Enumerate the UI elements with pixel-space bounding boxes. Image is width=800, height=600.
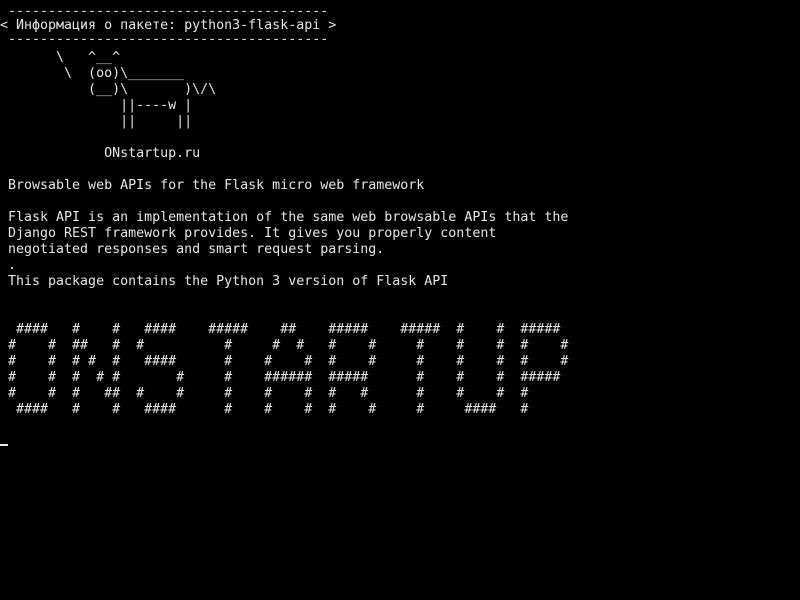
cow-art-line: \ ^__^ <box>0 50 121 65</box>
cow-art-line: || || <box>0 114 193 129</box>
banner-art-line: # # # ## # # # # # # # # # # # <box>0 386 529 401</box>
cow-art-line: ||----w | <box>0 98 193 113</box>
package-description-line: . <box>0 258 17 273</box>
package-description-line: Flask API is an implementation of the sa… <box>0 210 569 225</box>
message-border-bottom: ---------------------------------------- <box>0 32 329 47</box>
text-cursor <box>0 444 8 446</box>
banner-art-line: # # ## # # # # # # # # # # # # <box>0 338 569 353</box>
cow-art-line: \ (oo)\_______ <box>0 66 185 81</box>
banner-art-line: # # # # # # # ###### ##### # # # ##### <box>0 370 561 385</box>
banner-art-line: #### # # #### ##### ## ##### ##### # # #… <box>0 322 561 337</box>
package-description-line: This package contains the Python 3 versi… <box>0 274 449 289</box>
package-description-line: negotiated responses and smart request p… <box>0 242 385 257</box>
cow-art-line: (__)\ )\/\ <box>0 82 217 97</box>
banner-art-line: #### # # #### # # # # # # #### # <box>0 402 529 417</box>
banner-art-line: # # # # # #### # # # # # # # # # # <box>0 354 569 369</box>
terminal-window[interactable]: ----------------------------------------… <box>0 0 800 600</box>
site-name: ONstartup.ru <box>0 146 201 161</box>
package-summary: Browsable web APIs for the Flask micro w… <box>0 178 425 193</box>
package-description-line: Django REST framework provides. It gives… <box>0 226 497 241</box>
